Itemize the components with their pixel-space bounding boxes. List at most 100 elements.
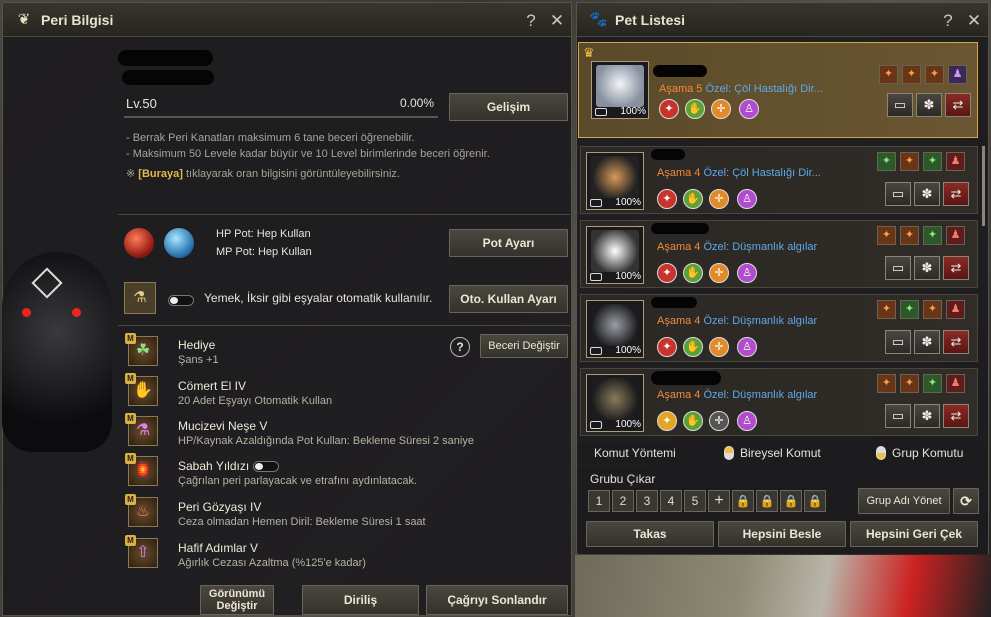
change-skill-button[interactable]: Beceri Değiştir: [480, 334, 568, 358]
group-slot-4[interactable]: 4: [660, 490, 682, 512]
pet-thumbnail: 100%: [586, 374, 644, 432]
revive-button[interactable]: Diriliş: [302, 585, 419, 615]
skill-name: Mucizevi Neşe V: [178, 419, 268, 433]
feed-all-button[interactable]: Hepsini Besle: [718, 521, 846, 547]
skill-icon-tear[interactable]: M ♨: [125, 494, 158, 527]
pet-card[interactable]: 100% Aşama 4 Özel: Düşmanlık algılar ✦ ✋…: [580, 220, 978, 288]
pet-command-icon[interactable]: ✽: [916, 93, 942, 117]
skill-help-icon[interactable]: ?: [450, 337, 470, 357]
close-button[interactable]: ✕: [549, 11, 565, 31]
pet-recall-icon[interactable]: ⇄: [945, 93, 971, 117]
lantern-icon: 🏮: [133, 462, 153, 479]
redacted-pet-name: [651, 297, 697, 308]
pet-skill-icon: ✦: [923, 226, 942, 245]
auto-use-toggle[interactable]: [168, 292, 194, 310]
pet-skill-icon: ✦: [877, 152, 896, 171]
skill-desc: Çağrılan peri parlayacak ve etrafını ayd…: [178, 475, 418, 487]
creature-right-eye: [72, 308, 81, 317]
skill-icon-joy[interactable]: M ⚗: [125, 413, 158, 446]
pet-trait-icon: ✋: [685, 99, 705, 119]
skill-icon-morning-star[interactable]: M 🏮: [125, 453, 158, 486]
pet-command-icon[interactable]: ✽: [914, 330, 940, 354]
pet-trait-icon: ♙: [737, 263, 757, 283]
auto-use-icon: ⚗: [124, 282, 156, 314]
evolve-button[interactable]: Gelişim: [449, 93, 568, 121]
game-ground: [575, 555, 991, 617]
auto-use-settings-button[interactable]: Oto. Kullan Ayarı: [449, 285, 568, 313]
lock-icon[interactable]: 🔒: [732, 490, 754, 512]
pet-trait-icon: ✦: [657, 263, 677, 283]
pet-command-icon[interactable]: ✽: [914, 182, 940, 206]
pet-card[interactable]: 100% Aşama 4 Özel: Düşmanlık algılar ✦ ✋…: [580, 368, 978, 436]
group-name-manage-button[interactable]: Grup Adı Yönet: [858, 488, 950, 514]
add-group-icon[interactable]: +: [708, 490, 730, 512]
pet-trait-icon: ♙: [737, 189, 757, 209]
feed-pet-icon[interactable]: ▭: [885, 330, 911, 354]
pet-trait-icon: ✛: [711, 99, 731, 119]
pet-card[interactable]: 100% Aşama 4 Özel: Düşmanlık algılar ✦ ✋…: [580, 294, 978, 362]
pot-settings-button[interactable]: Pot Ayarı: [449, 229, 568, 257]
pet-command-icon[interactable]: ✽: [914, 256, 940, 280]
group-slot-3[interactable]: 3: [636, 490, 658, 512]
pet-thumbnail: 100%: [586, 152, 644, 210]
lock-icon[interactable]: 🔒: [756, 490, 778, 512]
skill-desc: Ağırlık Cezası Azaltma (%125'e kadar): [178, 557, 366, 569]
individual-command-option[interactable]: Bireysel Komut: [740, 446, 821, 460]
pet-thumbnail: 100%: [586, 226, 644, 284]
pet-special: Özel: Düşmanlık algılar: [703, 389, 818, 401]
rate-info-link[interactable]: [Buraya]: [138, 168, 183, 180]
group-command-option[interactable]: Grup Komutu: [892, 446, 963, 460]
skill-icon-gift[interactable]: M ☘: [125, 333, 158, 366]
pet-special: Özel: Çöl Hastalığı Dir...: [703, 167, 821, 179]
lock-icon[interactable]: 🔒: [804, 490, 826, 512]
pet-skill-icon: ✦: [900, 226, 919, 245]
mouse-icon: [876, 446, 886, 460]
feed-pet-icon[interactable]: ▭: [885, 404, 911, 428]
pet-stage: Aşama 4: [657, 167, 701, 179]
skill-icon-generous[interactable]: M ✋: [125, 373, 158, 406]
hp-pot-setting: HP Pot: Hep Kullan: [216, 228, 311, 240]
pet-trait-icon: ✋: [683, 263, 703, 283]
exp-bar: [124, 116, 438, 118]
morning-star-toggle[interactable]: [252, 461, 279, 473]
trade-button[interactable]: Takas: [586, 521, 714, 547]
pet-recall-icon[interactable]: ⇄: [943, 256, 969, 280]
pet-trait-icon: ✋: [683, 411, 703, 431]
pet-recall-icon[interactable]: ⇄: [943, 404, 969, 428]
pet-skill-icon: ✦: [877, 300, 896, 319]
feed-pet-icon[interactable]: ▭: [885, 182, 911, 206]
change-appearance-button[interactable]: Görünümü Değiştir: [200, 585, 274, 615]
refresh-icon[interactable]: ⟳: [953, 488, 979, 514]
pet-trait-icon: ✋: [683, 337, 703, 357]
food-icon: [590, 273, 602, 281]
group-slot-1[interactable]: 1: [588, 490, 610, 512]
help-button[interactable]: ?: [523, 11, 539, 31]
pet-command-icon[interactable]: ✽: [914, 404, 940, 428]
pet-trait-icon: ✛: [709, 337, 729, 357]
skill-icon-light-steps[interactable]: M ⇧: [125, 535, 158, 568]
group-slot-5[interactable]: 5: [684, 490, 706, 512]
auto-use-text: Yemek, İksir gibi eşyalar otomatik kulla…: [204, 291, 433, 305]
redacted-pet-name: [651, 149, 685, 160]
pet-list-scrollbar[interactable]: [982, 146, 985, 226]
pet-card[interactable]: 100% Aşama 4 Özel: Çöl Hastalığı Dir... …: [580, 146, 978, 214]
pet-list-titlebar[interactable]: 🐾 Pet Listesi ? ✕: [577, 3, 988, 37]
pet-skill-icon: ✦: [925, 65, 944, 84]
peri-info-titlebar[interactable]: ❦ Peri Bilgisi ? ✕: [3, 3, 571, 37]
recall-all-button[interactable]: Hepsini Geri Çek: [850, 521, 978, 547]
pet-trait-icon: ✛: [709, 263, 729, 283]
skill-name: Hafif Adımlar V: [178, 541, 259, 555]
pet-recall-icon[interactable]: ⇄: [943, 330, 969, 354]
feed-pet-icon[interactable]: ▭: [887, 93, 913, 117]
close-button[interactable]: ✕: [966, 11, 982, 31]
help-button[interactable]: ?: [940, 11, 956, 31]
end-summon-button[interactable]: Çağrıyı Sonlandır: [426, 585, 568, 615]
pet-recall-icon[interactable]: ⇄: [943, 182, 969, 206]
pet-card[interactable]: ♛ 100% Aşama 5 Özel: Çöl Hastalığı Dir..…: [578, 42, 978, 138]
group-slot-2[interactable]: 2: [612, 490, 634, 512]
pet-satiety: 100%: [615, 197, 641, 208]
lock-icon[interactable]: 🔒: [780, 490, 802, 512]
feed-pet-icon[interactable]: ▭: [885, 256, 911, 280]
pet-skill-icon: ♟: [946, 300, 965, 319]
pet-satiety: 100%: [615, 345, 641, 356]
